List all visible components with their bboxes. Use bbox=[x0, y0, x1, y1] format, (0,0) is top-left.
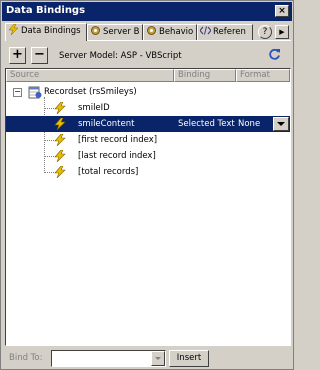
column-header-source[interactable]: Source bbox=[6, 69, 174, 82]
lightning-bolt-icon bbox=[54, 150, 66, 162]
tab-label: Server B bbox=[103, 27, 140, 37]
lightning-bolt-icon bbox=[54, 102, 66, 114]
bindings-grid: Source Binding Format − Recordset (rsSmi… bbox=[5, 68, 291, 346]
collapse-toggle[interactable]: − bbox=[13, 88, 22, 97]
tab-reference[interactable]: Referen bbox=[197, 24, 253, 40]
close-button[interactable]: × bbox=[275, 5, 289, 17]
format-cell: None bbox=[238, 119, 261, 129]
panel-title: Data Bindings bbox=[6, 5, 86, 16]
column-header-binding[interactable]: Binding bbox=[174, 69, 236, 82]
tab-label: Referen bbox=[213, 27, 246, 37]
lightning-bolt-icon bbox=[8, 24, 19, 35]
plus-icon: + bbox=[12, 47, 23, 62]
binding-cell: Selected Text bbox=[178, 119, 235, 129]
tab-label: Behavio bbox=[159, 27, 194, 37]
server-model-label: Server Model: ASP - VBScript bbox=[59, 51, 182, 61]
data-bindings-panel: Data Bindings × Data Bindings Server B B… bbox=[0, 0, 294, 370]
remove-binding-button[interactable]: − bbox=[31, 47, 48, 64]
panel-titlebar[interactable]: Data Bindings × bbox=[2, 2, 292, 21]
refresh-icon[interactable] bbox=[268, 48, 281, 61]
tab-label: Data Bindings bbox=[21, 26, 81, 36]
list-item[interactable]: [total records] bbox=[6, 164, 290, 180]
source-cell: [total records] bbox=[78, 167, 139, 177]
format-dropdown-button[interactable] bbox=[273, 117, 289, 131]
recordset-row[interactable]: − Recordset (rsSmileys) bbox=[6, 84, 290, 100]
help-button[interactable]: ? bbox=[258, 25, 272, 39]
bindings-toolbar: + − Server Model: ASP - VBScript bbox=[5, 45, 291, 67]
insert-button[interactable]: Insert bbox=[169, 350, 209, 367]
lightning-bolt-icon bbox=[54, 166, 66, 178]
tab-scroll-right-button[interactable]: ▶ bbox=[275, 25, 289, 39]
recordset-label: Recordset (rsSmileys) bbox=[44, 87, 137, 97]
list-item-selected[interactable]: smileContent Selected Text None bbox=[6, 116, 290, 132]
tab-behaviors[interactable]: Behavio bbox=[143, 24, 197, 40]
gear-icon bbox=[147, 26, 156, 35]
database-icon bbox=[28, 86, 42, 99]
list-item[interactable]: [last record index] bbox=[6, 148, 290, 164]
source-cell: smileContent bbox=[78, 119, 135, 129]
bind-to-select[interactable] bbox=[51, 350, 166, 367]
chevron-down-icon[interactable] bbox=[151, 351, 165, 366]
add-binding-button[interactable]: + bbox=[9, 47, 26, 64]
panel-tabs: Data Bindings Server B Behavio Referen ?… bbox=[5, 23, 293, 41]
code-brackets-icon bbox=[200, 26, 211, 35]
list-item[interactable]: smileID bbox=[6, 100, 290, 116]
gear-icon bbox=[91, 26, 100, 35]
grid-header: Source Binding Format bbox=[6, 69, 290, 82]
bind-to-bar: Bind To: Insert bbox=[5, 349, 291, 369]
tab-data-bindings[interactable]: Data Bindings bbox=[5, 23, 87, 41]
source-cell: [first record index] bbox=[78, 135, 158, 145]
lightning-bolt-icon bbox=[54, 118, 66, 130]
bind-to-label: Bind To: bbox=[9, 353, 43, 363]
minus-icon: − bbox=[34, 47, 45, 62]
source-cell: [last record index] bbox=[78, 151, 156, 161]
lightning-bolt-icon bbox=[54, 134, 66, 146]
list-item[interactable]: [first record index] bbox=[6, 132, 290, 148]
source-cell: smileID bbox=[78, 103, 110, 113]
column-header-format[interactable]: Format bbox=[236, 69, 290, 82]
tab-server-behaviors[interactable]: Server B bbox=[87, 24, 143, 40]
